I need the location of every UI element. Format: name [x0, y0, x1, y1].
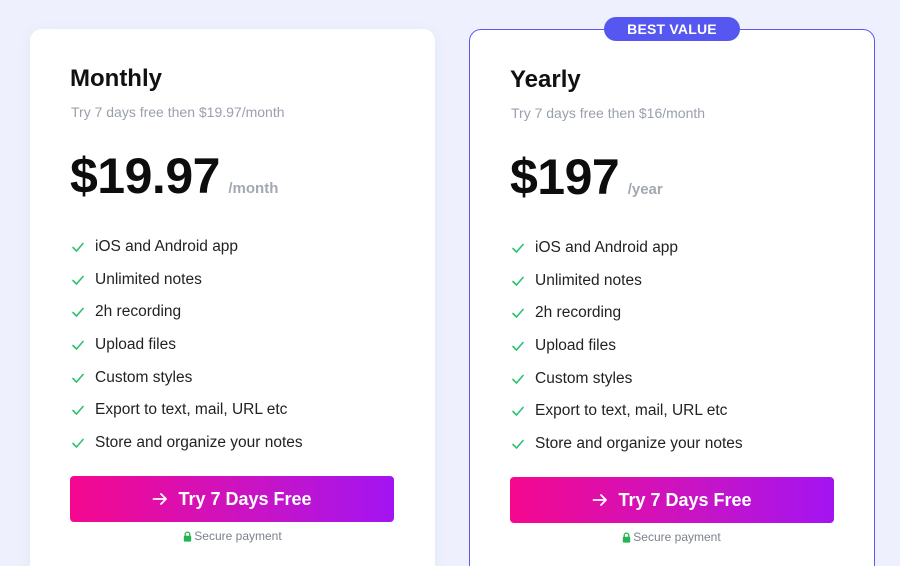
secure-label: Secure payment	[633, 530, 721, 544]
pricing-section: Monthly Try 7 days free then $19.97/mont…	[0, 0, 900, 566]
feature-item: Store and organize your notes	[511, 428, 743, 461]
feature-item: Upload files	[511, 330, 743, 363]
price-row: $19.97 /month	[70, 147, 278, 205]
feature-item: Store and organize your notes	[71, 427, 303, 460]
check-icon	[512, 276, 524, 286]
check-icon	[72, 308, 84, 318]
feature-item: iOS and Android app	[511, 232, 743, 265]
check-icon	[512, 406, 524, 417]
feature-label: iOS and Android app	[535, 239, 679, 257]
feature-item: 2h recording	[511, 297, 743, 330]
feature-label: Store and organize your notes	[535, 434, 743, 452]
feature-item: Custom styles	[71, 361, 303, 394]
check-icon	[512, 309, 524, 319]
check-icon	[72, 275, 84, 285]
plan-card-monthly: Monthly Try 7 days free then $19.97/mont…	[30, 29, 435, 566]
best-value-badge: BEST VALUE	[604, 17, 740, 41]
price-row: $197 /year	[510, 148, 663, 206]
feature-label: 2h recording	[535, 304, 622, 322]
feature-label: Custom styles	[535, 369, 633, 387]
feature-label: 2h recording	[95, 303, 182, 321]
feature-label: Custom styles	[95, 368, 193, 386]
check-icon	[512, 439, 524, 449]
check-icon	[72, 405, 84, 416]
check-icon	[512, 374, 524, 384]
check-icon	[512, 243, 524, 254]
plan-price: $19.97	[70, 148, 220, 204]
feature-list: iOS and Android app Unlimited notes 2h r…	[71, 231, 303, 459]
cta-label: Try 7 Days Free	[618, 489, 752, 510]
try-free-button-monthly[interactable]: Try 7 Days Free	[70, 476, 394, 522]
cta-label: Try 7 Days Free	[178, 488, 312, 509]
feature-label: Upload files	[535, 337, 616, 355]
plan-price: $197	[510, 149, 620, 205]
secure-label: Secure payment	[194, 529, 282, 543]
arrow-right-icon	[593, 494, 608, 506]
plan-period: /month	[228, 180, 279, 197]
check-icon	[72, 242, 84, 253]
feature-list: iOS and Android app Unlimited notes 2h r…	[511, 232, 743, 460]
feature-item: Custom styles	[511, 362, 743, 395]
feature-label: Unlimited notes	[95, 270, 202, 288]
feature-item: Export to text, mail, URL etc	[71, 394, 303, 427]
check-icon	[72, 438, 84, 448]
feature-label: Unlimited notes	[535, 271, 642, 289]
feature-label: Upload files	[95, 336, 176, 354]
plan-subtitle: Try 7 days free then $16/month	[511, 105, 706, 121]
secure-payment-note: Secure payment	[30, 529, 435, 543]
plan-subtitle: Try 7 days free then $19.97/month	[71, 104, 285, 120]
plan-period: /year	[627, 181, 663, 198]
plan-name: Yearly	[510, 66, 581, 93]
feature-label: Export to text, mail, URL etc	[535, 402, 728, 420]
try-free-button-yearly[interactable]: Try 7 Days Free	[510, 477, 834, 523]
feature-item: Unlimited notes	[71, 264, 303, 297]
feature-item: Upload files	[71, 329, 303, 362]
arrow-right-icon	[153, 493, 168, 505]
plan-name: Monthly	[70, 65, 162, 92]
feature-label: Store and organize your notes	[95, 433, 303, 451]
plan-card-yearly: Yearly Try 7 days free then $16/month $1…	[469, 29, 875, 566]
feature-item: Unlimited notes	[511, 265, 743, 298]
lock-icon	[184, 530, 192, 542]
check-icon	[72, 373, 84, 383]
feature-item: Export to text, mail, URL etc	[511, 395, 743, 428]
lock-icon	[623, 531, 631, 543]
secure-payment-note: Secure payment	[470, 530, 873, 544]
feature-item: 2h recording	[71, 296, 303, 329]
check-icon	[512, 341, 524, 351]
feature-item: iOS and Android app	[71, 231, 303, 264]
feature-label: iOS and Android app	[95, 238, 239, 256]
check-icon	[72, 340, 84, 350]
feature-label: Export to text, mail, URL etc	[95, 401, 288, 419]
